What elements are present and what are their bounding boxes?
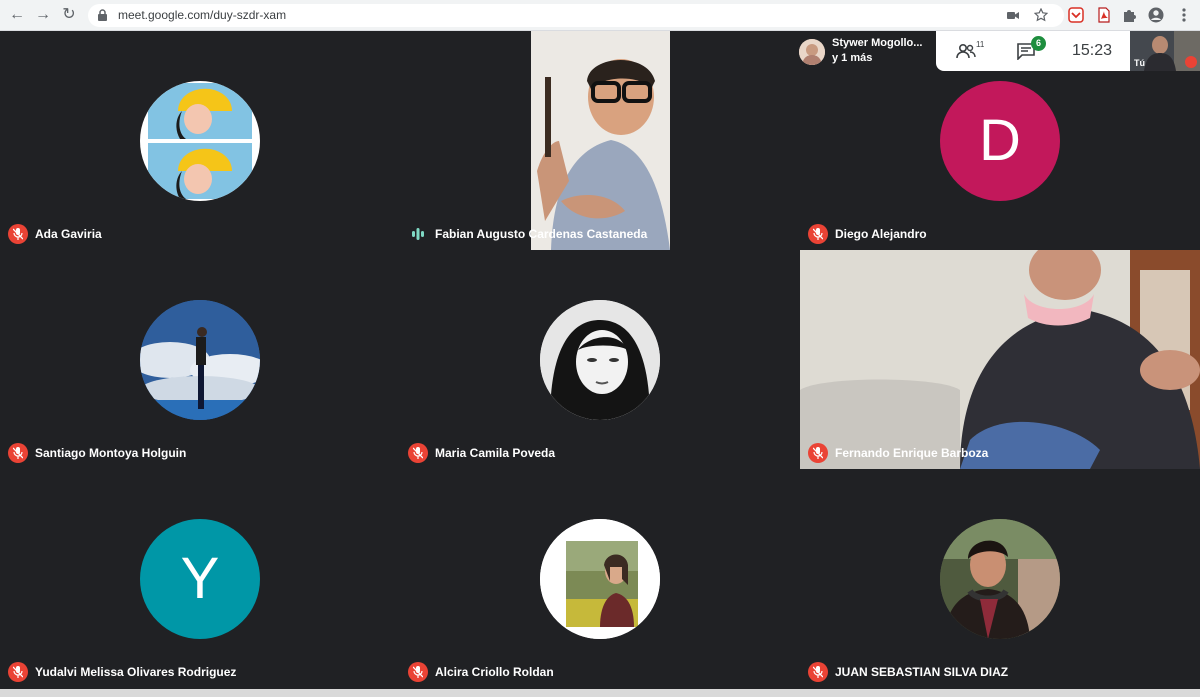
mic-off-icon (8, 443, 28, 463)
mic-off-icon (408, 662, 428, 682)
profile-icon[interactable] (1148, 7, 1164, 23)
participant-name: Ada Gaviria (35, 227, 102, 241)
participant-tile[interactable]: JUAN SEBASTIAN SILVA DIAZ (800, 469, 1200, 688)
participant-name: Alcira Criollo Roldan (435, 665, 554, 679)
meeting-info-bar: 11 6 15:23 (936, 31, 1130, 71)
reload-icon[interactable]: ↻ (60, 6, 78, 24)
meeting-time: 15:23 (1072, 42, 1113, 59)
url-text: meet.google.com/duy-szdr-xam (118, 8, 287, 22)
mic-off-icon (408, 443, 428, 463)
speaking-indicator-icon (408, 224, 428, 244)
avatar (940, 519, 1060, 639)
people-count: 11 (976, 40, 985, 49)
mic-off-icon (8, 224, 28, 244)
participant-name: Yudalvi Melissa Olivares Rodriguez (35, 665, 237, 679)
participant-tile[interactable]: Fabian Augusto Cardenas Castaneda (400, 31, 800, 250)
participant-name: JUAN SEBASTIAN SILVA DIAZ (835, 665, 1009, 679)
self-view[interactable]: Tú (1130, 31, 1200, 71)
participant-name: Maria Camila Poveda (435, 446, 556, 460)
presenter-name: Stywer Mogollo... (832, 37, 923, 49)
presenter-avatar (799, 39, 825, 65)
avatar: D (940, 81, 1060, 201)
browser-toolbar: ← → ↻ meet.google.com/duy-szdr-xam (0, 0, 1200, 31)
avatar (140, 81, 260, 201)
participant-video (800, 250, 1200, 469)
pdf-extension-icon[interactable] (1096, 7, 1112, 23)
self-label: Tú (1134, 58, 1145, 68)
participant-name: Fernando Enrique Barboza (835, 446, 989, 460)
forward-icon[interactable]: → (34, 6, 52, 24)
mic-off-icon (8, 662, 28, 682)
presenter-more: y 1 más (832, 52, 873, 64)
lock-icon (98, 9, 107, 21)
participant-tile[interactable]: Fernando Enrique Barboza (800, 250, 1200, 469)
people-icon[interactable] (956, 42, 976, 60)
mic-off-icon (808, 662, 828, 682)
participant-name: Santiago Montoya Holguin (35, 446, 187, 460)
extensions-puzzle-icon[interactable] (1122, 7, 1138, 23)
menu-kebab-icon[interactable] (1176, 7, 1192, 23)
mic-off-icon (808, 224, 828, 244)
star-icon[interactable] (1034, 8, 1048, 22)
avatar (540, 519, 660, 639)
avatar (540, 300, 660, 420)
participant-name: Fabian Augusto Cardenas Castaneda (435, 227, 648, 241)
participant-video (531, 31, 670, 250)
avatar: Y (140, 519, 260, 639)
participant-name: Diego Alejandro (835, 227, 927, 241)
os-taskbar (0, 689, 1200, 697)
back-icon[interactable]: ← (8, 6, 26, 24)
mic-off-icon (808, 443, 828, 463)
participant-tile[interactable]: Maria Camila Poveda (400, 250, 800, 469)
extension-pocket-icon[interactable] (1068, 7, 1084, 23)
chat-badge: 6 (1031, 36, 1046, 51)
presenter-info[interactable]: Stywer Mogollo... y 1 más (793, 31, 936, 71)
participant-tile[interactable]: Santiago Montoya Holguin (0, 250, 400, 469)
camera-icon[interactable] (1006, 8, 1020, 22)
participant-tile[interactable]: Y Yudalvi Melissa Olivares Rodriguez (0, 469, 400, 688)
self-mic-off-icon (1185, 56, 1197, 68)
participant-tile[interactable]: Ada Gaviria (0, 31, 400, 250)
participant-tile[interactable]: Alcira Criollo Roldan (400, 469, 800, 688)
address-bar[interactable]: meet.google.com/duy-szdr-xam (88, 4, 1064, 27)
avatar (140, 300, 260, 420)
